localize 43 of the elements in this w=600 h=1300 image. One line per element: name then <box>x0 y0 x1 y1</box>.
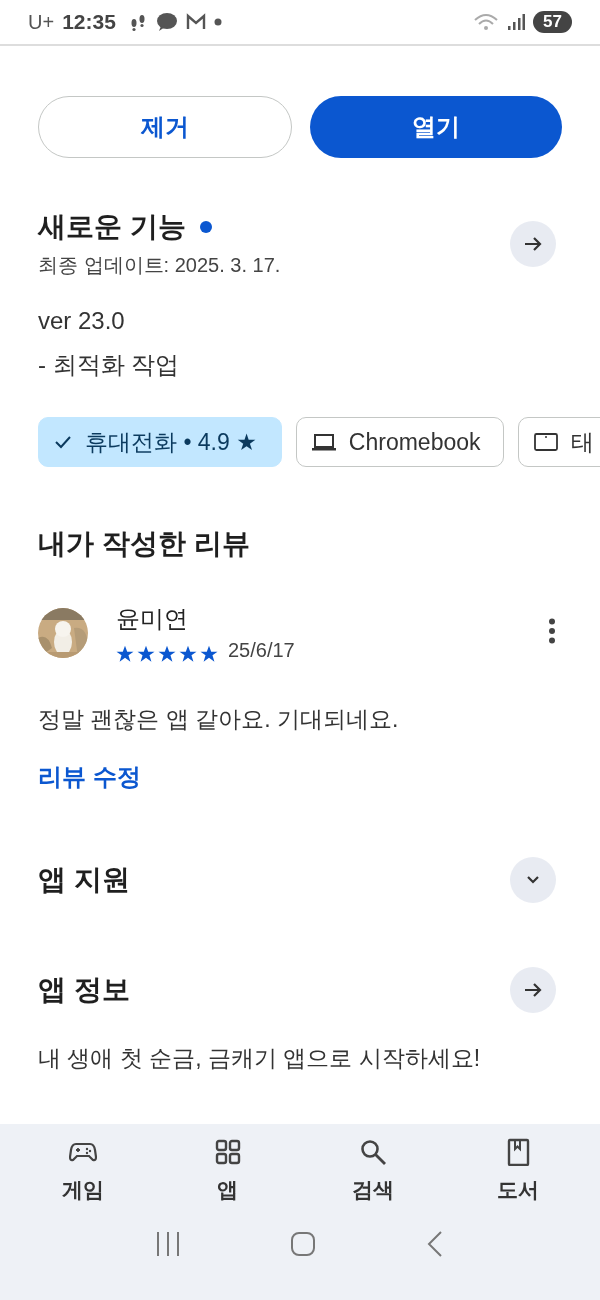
review-text: 정말 괜찮은 앱 같아요. 기대되네요. <box>38 705 400 734</box>
update-date: 최종 업데이트: 2025. 3. 17. <box>38 253 281 278</box>
filled-star-icon <box>116 645 134 662</box>
battery-indicator: 57 <box>533 11 572 33</box>
arrow-button[interactable] <box>510 967 556 1013</box>
filled-star-icon <box>137 645 155 662</box>
filled-star-icon <box>158 645 176 662</box>
search-icon <box>358 1138 387 1166</box>
section-title: 내가 작성한 리뷰 <box>38 527 251 561</box>
device-chip[interactable]: 태 <box>517 417 600 467</box>
open-button[interactable]: 열기 <box>310 96 562 158</box>
tablet-icon <box>532 432 559 452</box>
app-grid-icon <box>213 1138 242 1166</box>
nav-tab[interactable]: 게임 <box>27 1134 138 1208</box>
recent-apps-icon[interactable] <box>154 1230 181 1258</box>
filled-star-icon <box>200 645 218 662</box>
nav-tab[interactable]: 검색 <box>317 1134 428 1208</box>
section-title: 앱 정보 <box>38 973 130 1007</box>
reviewer-name: 윤미연 <box>116 604 189 634</box>
release-note: - 최적화 작업 <box>38 350 181 380</box>
wifi-icon <box>473 12 500 32</box>
laptop-icon <box>310 432 337 452</box>
app-description: 내 생애 첫 순금, 금캐기 앱으로 시작하세요! <box>38 1044 482 1073</box>
release-note: ver 23.0 <box>38 307 126 335</box>
nav-tab[interactable]: 도서 <box>462 1134 573 1208</box>
chat-bubble-icon <box>155 12 178 32</box>
dot-icon <box>213 18 222 26</box>
home-icon[interactable] <box>290 1231 316 1257</box>
arrow-button[interactable] <box>510 220 556 267</box>
nav-tab[interactable]: 앱 <box>172 1134 283 1208</box>
filled-star-icon <box>179 645 197 662</box>
review-date: 25/6/17 <box>228 639 295 662</box>
clock-time: 12:35 <box>62 10 116 34</box>
mail-icon <box>185 13 206 31</box>
section-title: 앱 지원 <box>38 863 130 897</box>
carrier-label: U+ <box>28 10 55 34</box>
remove-button[interactable]: 제거 <box>38 96 292 158</box>
signal-icon <box>507 13 526 31</box>
edit-review-link[interactable]: 리뷰 수정 <box>38 761 141 793</box>
device-chip[interactable]: Chromebook <box>295 417 504 467</box>
device-chip[interactable]: 휴대전화 • 4.9 ★ <box>38 417 282 467</box>
more-vertical-icon <box>548 618 556 644</box>
section-title: 새로운 기능 <box>38 210 186 244</box>
